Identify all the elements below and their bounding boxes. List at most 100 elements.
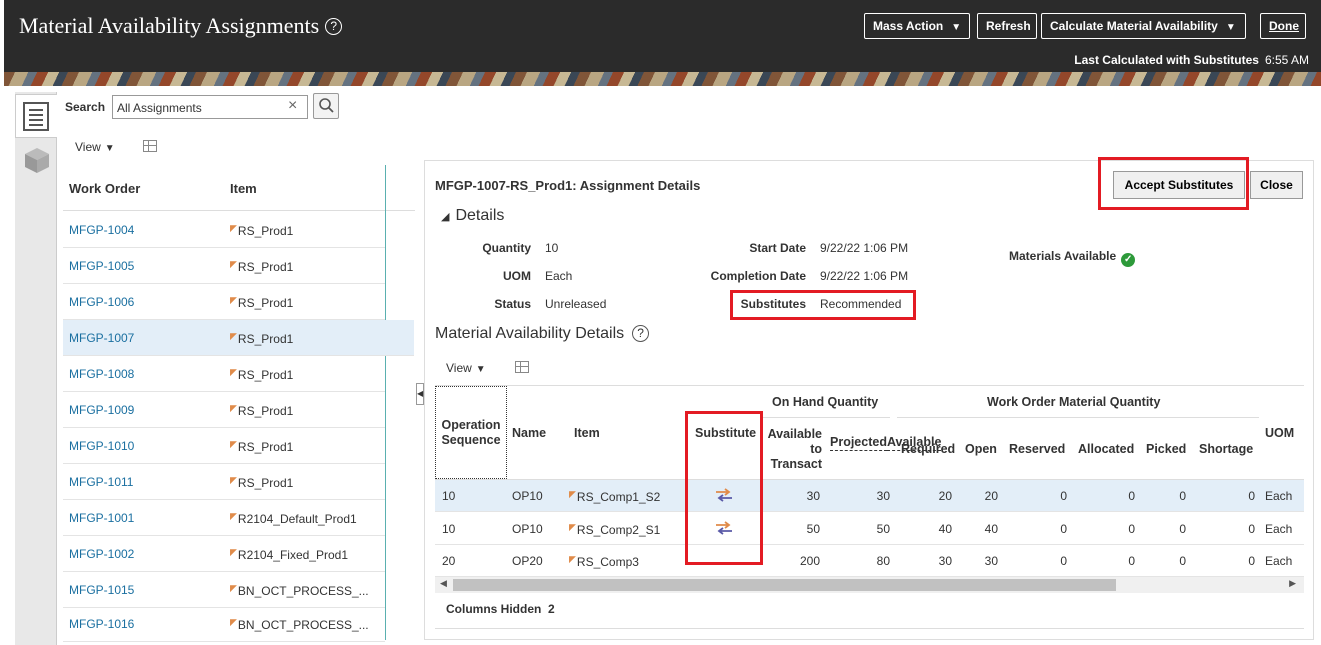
projected-available-cell: 50 <box>876 522 890 536</box>
work-order-link[interactable]: MFGP-1006 <box>69 295 134 309</box>
item-text: RS_Prod1 <box>237 260 294 274</box>
work-order-link[interactable]: MFGP-1011 <box>69 475 133 489</box>
table-row[interactable]: 10 OP10 ◤RS_Comp2_S1 50 50 40 40 0 0 0 0… <box>435 513 1304 545</box>
table-row[interactable]: MFGP-1016 ◤BN_OCT_PROCESS_... <box>63 606 385 642</box>
search-button[interactable] <box>313 93 339 119</box>
item-text: RS_Comp1_S2 <box>576 490 661 504</box>
start-date-label: Start Date <box>749 241 806 255</box>
uom-label: UOM <box>503 269 531 283</box>
allocated-cell: 0 <box>1128 554 1135 568</box>
item-cell: ◤RS_Prod1 <box>230 331 293 346</box>
flag-icon: ◤ <box>569 522 576 532</box>
table-row[interactable]: MFGP-1004 ◤RS_Prod1 <box>63 212 385 248</box>
cube-icon[interactable] <box>23 146 51 174</box>
mass-action-label: Mass Action <box>873 19 944 33</box>
col-projected-available[interactable]: ProjectedAvailable <box>830 435 942 451</box>
search-label: Search <box>65 100 106 114</box>
col-reserved[interactable]: Reserved <box>1009 442 1065 456</box>
scrollbar-thumb[interactable] <box>453 579 1116 591</box>
table-row[interactable]: 10 OP10 ◤RS_Comp1_S2 30 30 20 20 0 0 0 0… <box>435 480 1304 512</box>
shortage-cell: 0 <box>1248 554 1255 568</box>
help-icon[interactable]: ? <box>632 325 650 342</box>
item-cell: ◤RS_Prod1 <box>230 439 293 454</box>
col-allocated[interactable]: Allocated <box>1078 442 1134 456</box>
calculate-label: Calculate Material Availability <box>1050 19 1218 33</box>
list-view-menu[interactable]: View ▼ <box>75 140 115 154</box>
work-order-link[interactable]: MFGP-1016 <box>69 617 134 631</box>
name-cell: OP20 <box>512 554 543 568</box>
done-button[interactable]: Done <box>1260 13 1306 39</box>
work-order-link[interactable]: MFGP-1008 <box>69 367 134 381</box>
scroll-right-icon[interactable]: ▶ <box>1289 578 1296 589</box>
item-cell: ◤RS_Comp1_S2 <box>569 489 660 504</box>
table-row[interactable]: MFGP-1006 ◤RS_Prod1 <box>63 284 385 320</box>
col-shortage[interactable]: Shortage <box>1199 442 1253 456</box>
work-order-list-header: Work Order Item <box>63 165 415 211</box>
col-item[interactable]: Item <box>574 426 600 440</box>
scroll-left-icon[interactable]: ◀ <box>440 578 447 589</box>
item-cell: ◤RS_Comp3 <box>569 554 639 569</box>
uom-value: Each <box>545 269 573 283</box>
table-row[interactable]: MFGP-1008 ◤RS_Prod1 <box>63 356 385 392</box>
uom-cell: Each <box>1265 489 1293 503</box>
col-operation-sequence[interactable]: Operation Sequence <box>438 418 504 448</box>
flag-icon: ◤ <box>569 489 576 499</box>
mass-action-button[interactable]: Mass Action ▼ <box>864 13 970 39</box>
work-order-link[interactable]: MFGP-1015 <box>69 583 134 597</box>
flag-icon: ◤ <box>230 617 237 627</box>
detach-table-icon[interactable] <box>515 361 529 373</box>
search-input[interactable]: All Assignments <box>112 95 308 119</box>
work-order-link[interactable]: MFGP-1005 <box>69 259 134 273</box>
work-order-link[interactable]: MFGP-1002 <box>69 547 134 561</box>
calculate-material-availability-button[interactable]: Calculate Material Availability ▼ <box>1041 13 1246 39</box>
item-cell: ◤R2104_Default_Prod1 <box>230 511 357 526</box>
table-top-border <box>435 385 1304 386</box>
refresh-button[interactable]: Refresh <box>977 13 1037 39</box>
details-section-header[interactable]: ◢ Details <box>441 207 504 225</box>
rail-tab-list[interactable] <box>15 94 57 138</box>
col-available-to-transact[interactable]: Available to Transact <box>762 427 822 472</box>
columns-hidden-count: 2 <box>548 602 555 616</box>
table-row[interactable]: MFGP-1009 ◤RS_Prod1 <box>63 392 385 428</box>
col-open[interactable]: Open <box>965 442 997 456</box>
col-required[interactable]: Required <box>901 442 955 456</box>
table-row[interactable]: MFGP-1011 ◤RS_Prod1 <box>63 464 385 500</box>
close-button[interactable]: Close <box>1250 171 1303 199</box>
work-order-link[interactable]: MFGP-1001 <box>69 511 134 525</box>
help-icon[interactable]: ? <box>325 18 343 35</box>
group-on-hand-quantity: On Hand Quantity <box>772 395 879 409</box>
work-order-link[interactable]: MFGP-1007 <box>69 331 134 345</box>
col-picked[interactable]: Picked <box>1146 442 1186 456</box>
item-text: RS_Prod1 <box>237 404 294 418</box>
work-order-link[interactable]: MFGP-1010 <box>69 439 134 453</box>
col-uom[interactable]: UOM <box>1265 426 1294 440</box>
table-row[interactable]: MFGP-1001 ◤R2104_Default_Prod1 <box>63 500 385 536</box>
projected-available-cell: 30 <box>876 489 890 503</box>
allocated-cell: 0 <box>1128 489 1135 503</box>
name-cell: OP10 <box>512 489 543 503</box>
table-view-menu[interactable]: View ▼ <box>446 361 486 375</box>
work-order-link[interactable]: MFGP-1004 <box>69 223 134 237</box>
table-row-selected[interactable]: MFGP-1007 ◤RS_Prod1 <box>63 320 414 356</box>
header-decorative-band <box>4 72 1321 86</box>
materials-available-status: Materials Available ✓ <box>1009 249 1136 267</box>
item-cell: ◤RS_Prod1 <box>230 403 293 418</box>
col-work-order[interactable]: Work Order <box>69 181 140 196</box>
table-row[interactable]: MFGP-1010 ◤RS_Prod1 <box>63 428 385 464</box>
status-label: Status <box>494 297 531 311</box>
item-text: RS_Prod1 <box>237 332 294 346</box>
required-cell: 40 <box>938 522 952 536</box>
horizontal-scrollbar[interactable]: ◀ ▶ <box>435 577 1304 593</box>
collapse-pane-handle[interactable]: ◀ <box>416 383 424 405</box>
table-row[interactable]: MFGP-1005 ◤RS_Prod1 <box>63 248 385 284</box>
table-row[interactable]: 20 OP20 ◤RS_Comp3 200 80 30 30 0 0 0 0 E… <box>435 545 1304 577</box>
projected-available-cell: 80 <box>876 554 890 568</box>
item-cell: ◤RS_Prod1 <box>230 367 293 382</box>
work-order-link[interactable]: MFGP-1009 <box>69 403 134 417</box>
detach-table-icon[interactable] <box>143 140 157 152</box>
col-item[interactable]: Item <box>230 181 257 196</box>
clear-icon[interactable]: × <box>288 97 297 115</box>
table-row[interactable]: MFGP-1002 ◤R2104_Fixed_Prod1 <box>63 536 385 572</box>
table-row[interactable]: MFGP-1015 ◤BN_OCT_PROCESS_... <box>63 572 385 608</box>
col-name[interactable]: Name <box>512 426 546 440</box>
